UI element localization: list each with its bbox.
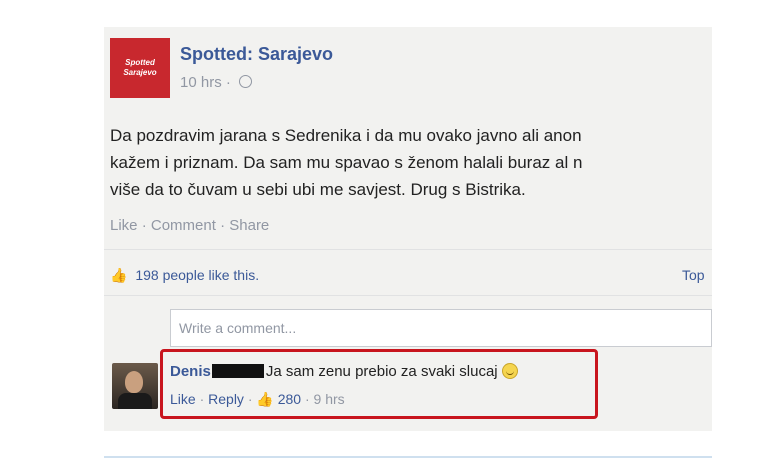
post-actions: Like · Comment · Share (110, 217, 270, 234)
page-name[interactable]: Spotted: Sarajevo (180, 44, 333, 65)
top-comments-link[interactable]: Top (682, 267, 705, 283)
avatar-text-line2: Sarajevo (123, 68, 157, 77)
divider (104, 456, 712, 458)
post-body: Da pozdravim jarana s Sedrenika i da mu … (110, 122, 712, 203)
divider (104, 249, 712, 250)
post-time[interactable]: 10 hrs (180, 74, 222, 91)
dot-separator: · (225, 74, 231, 91)
post-body-line: Da pozdravim jarana s Sedrenika i da mu … (110, 126, 582, 145)
avatar-text-line1: Spotted (125, 58, 155, 67)
share-link[interactable]: Share (229, 217, 269, 234)
post-body-line: kažem i priznam. Da sam mu spavao s ženo… (110, 153, 583, 172)
post-meta: 10 hrs · (180, 74, 253, 91)
like-link[interactable]: Like (110, 217, 138, 234)
highlight-box (160, 349, 598, 419)
thumbs-up-icon: 👍 (110, 267, 128, 283)
comment-link[interactable]: Comment (151, 217, 216, 234)
comment-input[interactable]: Write a comment... (170, 309, 712, 347)
post-body-line: više da to čuvam u sebi ubi me savjest. … (110, 180, 526, 199)
page-avatar[interactable]: Spotted Sarajevo (110, 38, 170, 98)
commenter-avatar[interactable] (112, 363, 158, 409)
divider (104, 295, 712, 296)
likes-text: 198 people like this. (135, 267, 260, 283)
globe-icon (239, 75, 253, 88)
likes-summary[interactable]: 👍 198 people like this. (110, 267, 259, 284)
facebook-post: Spotted Sarajevo Spotted: Sarajevo 10 hr… (104, 27, 712, 431)
